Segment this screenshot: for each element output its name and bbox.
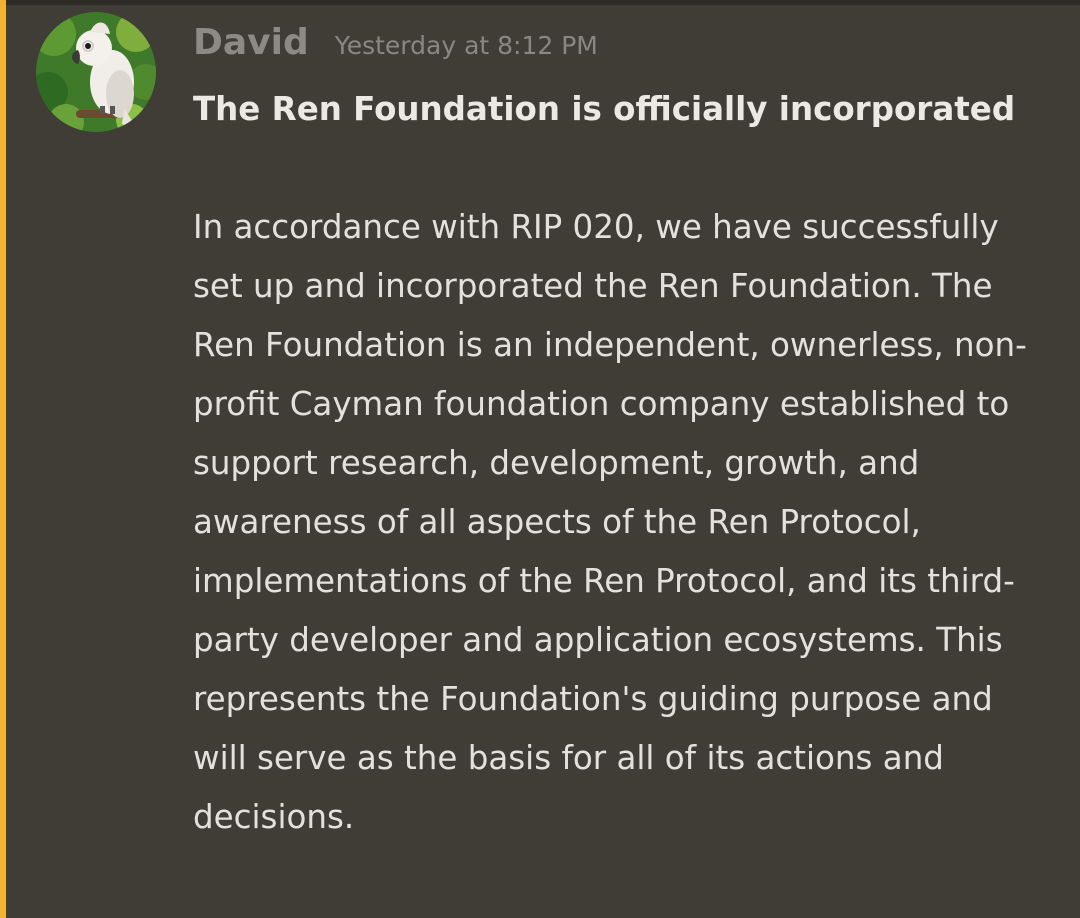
message-content: The Ren Foundation is officially incorpo… bbox=[193, 80, 1053, 847]
top-divider bbox=[0, 0, 1080, 5]
message-timestamp: Yesterday at 8:12 PM bbox=[334, 31, 598, 60]
mention-highlight-bar bbox=[0, 0, 6, 918]
author-name[interactable]: David bbox=[193, 22, 309, 63]
message-title: The Ren Foundation is officially incorpo… bbox=[193, 90, 1016, 128]
avatar[interactable] bbox=[36, 12, 156, 132]
message-header: David Yesterday at 8:12 PM bbox=[193, 22, 598, 72]
message-container: David Yesterday at 8:12 PM The Ren Found… bbox=[0, 0, 1080, 918]
cockatoo-avatar-icon bbox=[36, 12, 156, 132]
message-body: In accordance with RIP 020, we have succ… bbox=[193, 208, 1027, 836]
